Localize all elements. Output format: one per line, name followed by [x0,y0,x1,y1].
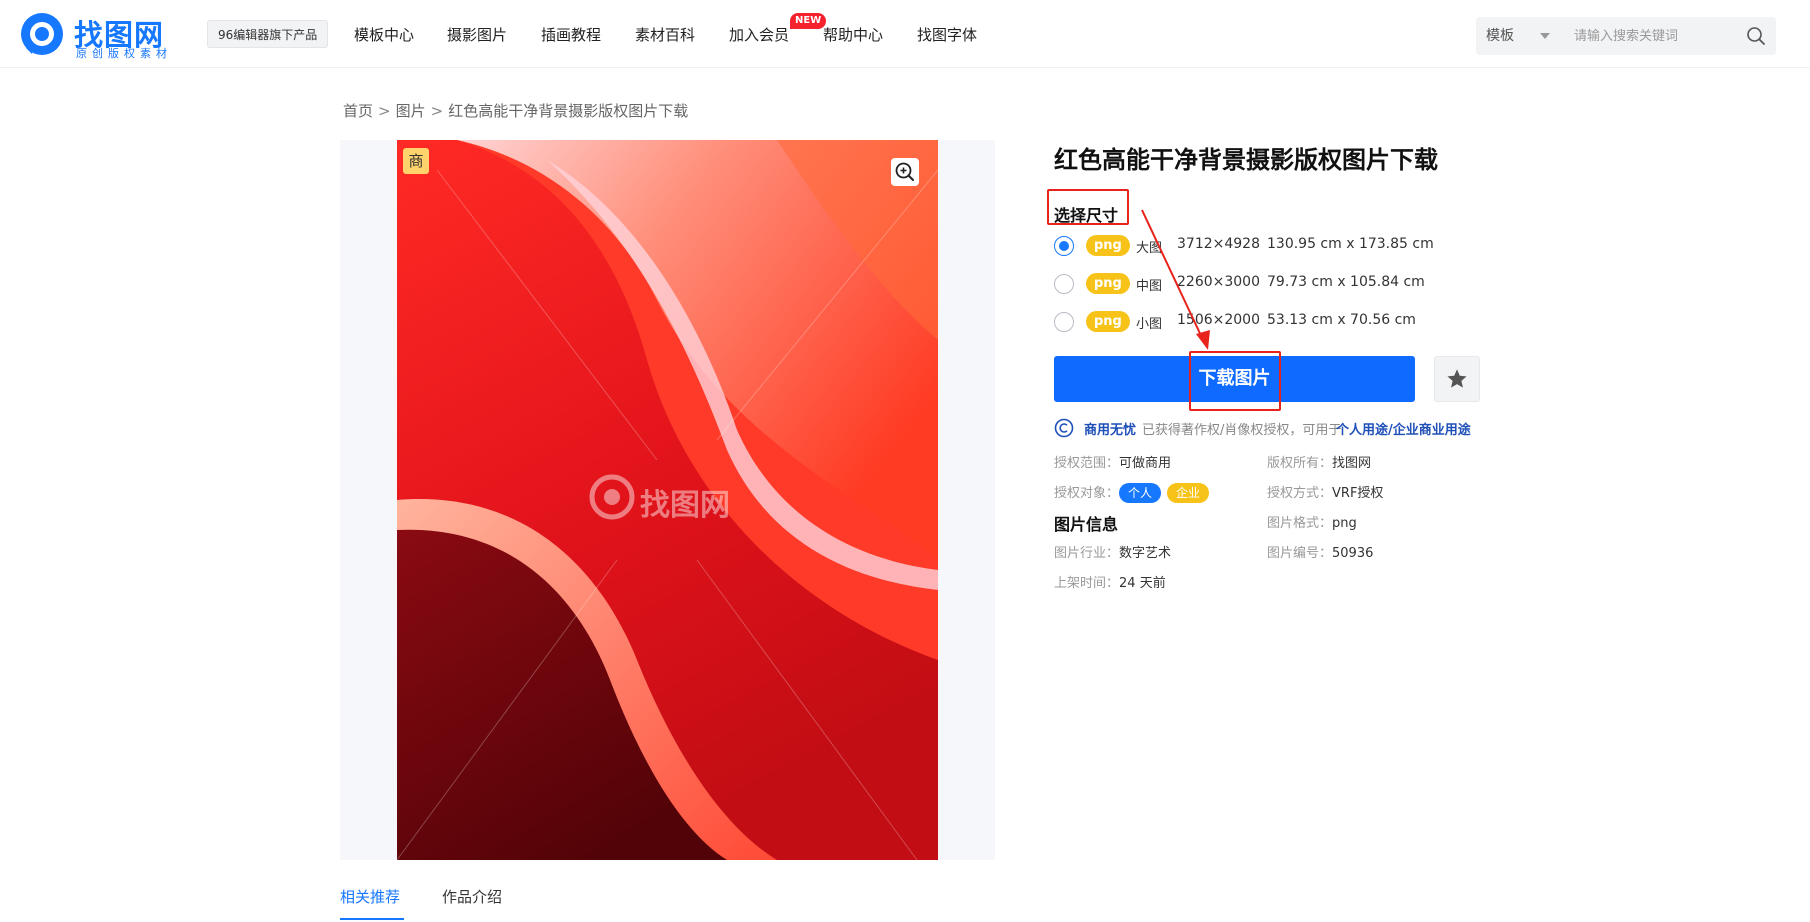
meta-value: 可做商用 [1119,456,1172,471]
active-tab-underline [340,918,404,920]
meta-key: 图片格式： [1267,516,1333,531]
meta-industry: 图片行业：数字艺术 [1054,542,1171,561]
breadcrumb: 首页 > 图片 > 红色高能干净背景摄影版权图片下载 [343,100,688,121]
meta-key: 上架时间： [1054,576,1120,591]
format-tag: png [1086,273,1130,294]
size-option-large[interactable]: png 大图 3712×4928 130.95 cm x 173.85 cm [1054,234,1474,258]
size-radio-small[interactable] [1054,312,1074,332]
image-preview-panel: 找图网 商 [340,140,995,860]
copyright-icon [1054,418,1074,438]
preview-image[interactable]: 找图网 [397,140,938,860]
size-label: 小图 [1136,317,1163,332]
logo-icon [21,13,63,55]
breadcrumb-current: 红色高能干净背景摄影版权图片下载 [448,102,689,120]
watermark-text: 找图网 [640,488,730,523]
meta-value: 数字艺术 [1119,546,1172,561]
meta-value: 24 天前 [1119,576,1166,591]
breadcrumb-separator: > [430,102,444,120]
chevron-down-icon[interactable] [1540,33,1550,39]
meta-target: 授权对象： 个人 企业 [1054,482,1215,503]
meta-key: 授权范围： [1054,456,1120,471]
breadcrumb-images[interactable]: 图片 [396,102,426,120]
size-label: 大图 [1136,241,1163,256]
meta-method: 授权方式：VRF授权 [1267,482,1383,501]
meta-upload-time: 上架时间：24 天前 [1054,572,1166,591]
meta-id: 图片编号：50936 [1267,542,1373,561]
size-option-small[interactable]: png 小图 1506×2000 53.13 cm x 70.56 cm [1054,310,1474,334]
nav-photos[interactable]: 摄影图片 [447,24,507,45]
nav-help[interactable]: 帮助中心 [823,24,883,45]
size-label: 中图 [1136,279,1163,294]
commercial-tag: 商 [403,148,429,174]
nav-fonts[interactable]: 找图字体 [917,24,977,45]
meta-value: 50936 [1332,546,1374,561]
meta-key: 授权对象： [1054,486,1120,501]
meta-scope: 授权范围：可做商用 [1054,452,1171,471]
tab-related[interactable]: 相关推荐 [340,886,400,907]
license-text: 已获得著作权/肖像权授权，可用于 [1142,423,1342,438]
nav-membership[interactable]: 加入会员 [729,24,789,45]
license-line: 商用无忧 已获得著作权/肖像权授权，可用于 个人用途/企业商业用途 [1054,418,1494,440]
meta-owner: 版权所有：找图网 [1267,452,1371,471]
search-icon[interactable] [1746,26,1766,46]
download-highlight [1189,351,1281,411]
new-badge: NEW [790,13,827,29]
tab-introduction[interactable]: 作品介绍 [442,886,502,907]
size-centimeters: 53.13 cm x 70.56 cm [1267,312,1416,328]
site-logo[interactable]: 找图网 原创版权素材 [18,10,178,60]
image-info-heading: 图片信息 [1054,515,1119,534]
meta-value: VRF授权 [1332,486,1384,501]
meta-format: 图片格式：png [1267,512,1357,531]
meta-key: 版权所有： [1267,456,1333,471]
logo-subtitle: 原创版权素材 [76,47,172,60]
meta-key: 图片行业： [1054,546,1120,561]
nav-templates[interactable]: 模板中心 [354,24,414,45]
search-input[interactable] [1574,23,1734,49]
star-icon [1447,369,1467,388]
breadcrumb-separator: > [378,102,391,120]
size-radio-medium[interactable] [1054,274,1074,294]
breadcrumb-home[interactable]: 首页 [343,102,373,120]
size-centimeters: 79.73 cm x 105.84 cm [1267,274,1425,290]
license-usage-link[interactable]: 个人用途/企业商业用途 [1336,419,1471,438]
format-tag: png [1086,235,1130,256]
top-header: 找图网 原创版权素材 96编辑器旗下产品 模板中心 摄影图片 插画教程 素材百科… [0,0,1810,68]
meta-value: png [1332,516,1357,531]
size-option-medium[interactable]: png 中图 2260×3000 79.73 cm x 105.84 cm [1054,272,1474,296]
select-size-highlight [1047,189,1129,225]
search-category-select[interactable]: 模板 [1486,17,1514,55]
license-strong: 商用无忧 [1084,423,1137,438]
target-personal-pill: 个人 [1119,483,1162,503]
editor-badge[interactable]: 96编辑器旗下产品 [207,20,329,48]
favorite-button[interactable] [1434,356,1480,402]
nav-illustration[interactable]: 插画教程 [541,24,601,45]
size-radio-large[interactable] [1054,236,1074,256]
nav-encyclopedia[interactable]: 素材百科 [635,24,695,45]
meta-key: 图片编号： [1267,546,1333,561]
zoom-button[interactable] [891,158,919,186]
format-tag: png [1086,311,1130,332]
size-pixels: 3712×4928 [1177,236,1260,252]
meta-key: 授权方式： [1267,486,1333,501]
search-bar: 模板 [1476,17,1776,55]
size-centimeters: 130.95 cm x 173.85 cm [1267,236,1434,252]
page-title: 红色高能干净背景摄影版权图片下载 [1054,146,1438,174]
size-pixels: 2260×3000 [1177,274,1260,290]
meta-value: 找图网 [1332,456,1372,471]
target-enterprise-pill: 企业 [1167,483,1210,503]
zoom-in-icon [895,162,914,181]
size-pixels: 1506×2000 [1177,312,1260,328]
